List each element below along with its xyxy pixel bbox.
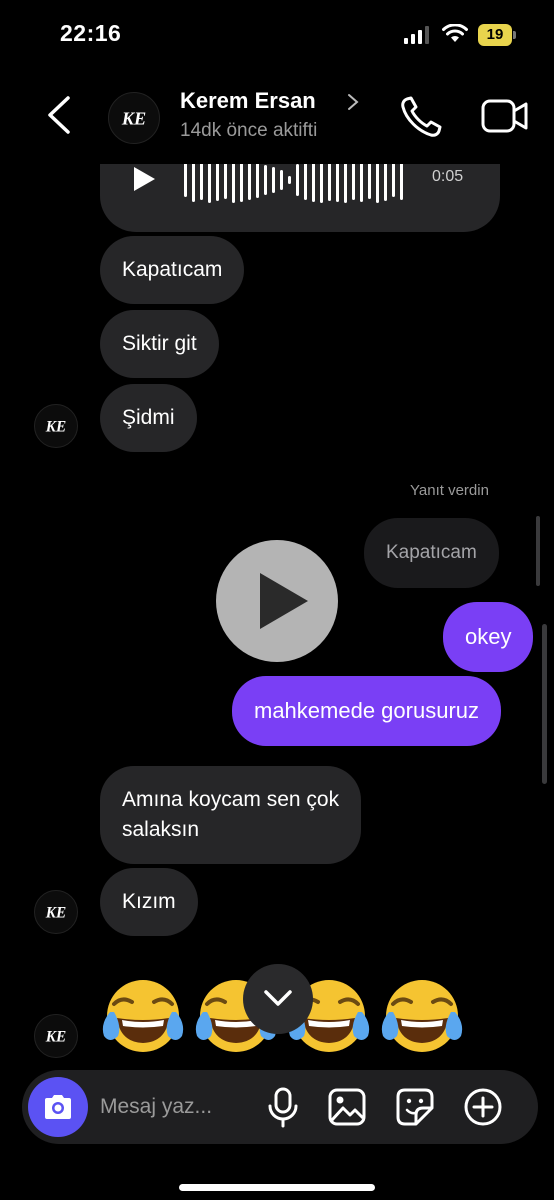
- contact-activity-status: 14dk önce aktifti: [180, 120, 318, 141]
- avatar-monogram: KE: [121, 109, 146, 129]
- status-time: 22:16: [60, 20, 122, 46]
- incoming-message[interactable]: Şidmi: [100, 384, 197, 452]
- outgoing-message[interactable]: mahkemede gorusuruz: [232, 676, 502, 746]
- microphone-icon[interactable]: [262, 1086, 304, 1128]
- sender-avatar[interactable]: KE: [34, 890, 78, 934]
- voice-duration: 0:05: [432, 168, 464, 185]
- scrollbar[interactable]: [542, 624, 547, 784]
- play-icon[interactable]: [130, 164, 158, 194]
- replied-message-preview[interactable]: Kapatıcam: [364, 518, 499, 588]
- battery-level: 19: [478, 24, 512, 46]
- tears-of-joy-emoji: [379, 972, 465, 1058]
- sender-avatar[interactable]: KE: [34, 404, 78, 448]
- incoming-message[interactable]: Kapatıcam: [100, 236, 245, 304]
- chevron-right-icon[interactable]: [346, 92, 360, 112]
- message-composer: [22, 1070, 538, 1144]
- incoming-message[interactable]: Amına koycam sen çok salaksın: [100, 766, 362, 864]
- tears-of-joy-emoji: [100, 972, 186, 1058]
- reply-indicator-bar: [536, 516, 540, 586]
- reply-label: Yanıt verdin: [410, 482, 489, 499]
- voice-message-bubble[interactable]: 0:05: [100, 164, 500, 232]
- phone-call-icon[interactable]: [398, 94, 444, 140]
- avatar-monogram: KE: [45, 1029, 66, 1046]
- avatar-monogram: KE: [45, 419, 66, 436]
- video-call-icon[interactable]: [480, 96, 530, 136]
- home-indicator[interactable]: [179, 1184, 375, 1191]
- status-bar: 22:16 19: [0, 0, 554, 72]
- avatar-monogram: KE: [45, 905, 66, 922]
- chat-header: KE Kerem Ersan 14dk önce aktifti: [0, 72, 554, 164]
- gallery-icon[interactable]: [326, 1086, 368, 1128]
- outgoing-message[interactable]: okey: [443, 602, 534, 672]
- wifi-icon: [442, 24, 468, 42]
- scroll-to-bottom-button[interactable]: [243, 964, 313, 1034]
- back-arrow-icon[interactable]: [40, 92, 80, 138]
- play-icon: [260, 573, 308, 629]
- video-play-button[interactable]: [216, 540, 338, 662]
- cellular-signal-icon: [404, 26, 429, 44]
- message-input[interactable]: [100, 1070, 250, 1144]
- contact-avatar[interactable]: KE: [108, 92, 160, 144]
- battery-icon: 19: [478, 24, 516, 46]
- chevron-down-icon: [264, 990, 292, 1006]
- incoming-message[interactable]: Siktir git: [100, 310, 219, 378]
- incoming-message[interactable]: Kızım: [100, 868, 198, 936]
- camera-icon: [45, 1095, 71, 1119]
- sticker-icon[interactable]: [394, 1086, 436, 1128]
- add-icon[interactable]: [462, 1086, 504, 1128]
- contact-name[interactable]: Kerem Ersan: [180, 88, 316, 114]
- camera-button[interactable]: [28, 1077, 88, 1137]
- sender-avatar[interactable]: KE: [34, 1014, 78, 1058]
- audio-waveform: [184, 164, 403, 203]
